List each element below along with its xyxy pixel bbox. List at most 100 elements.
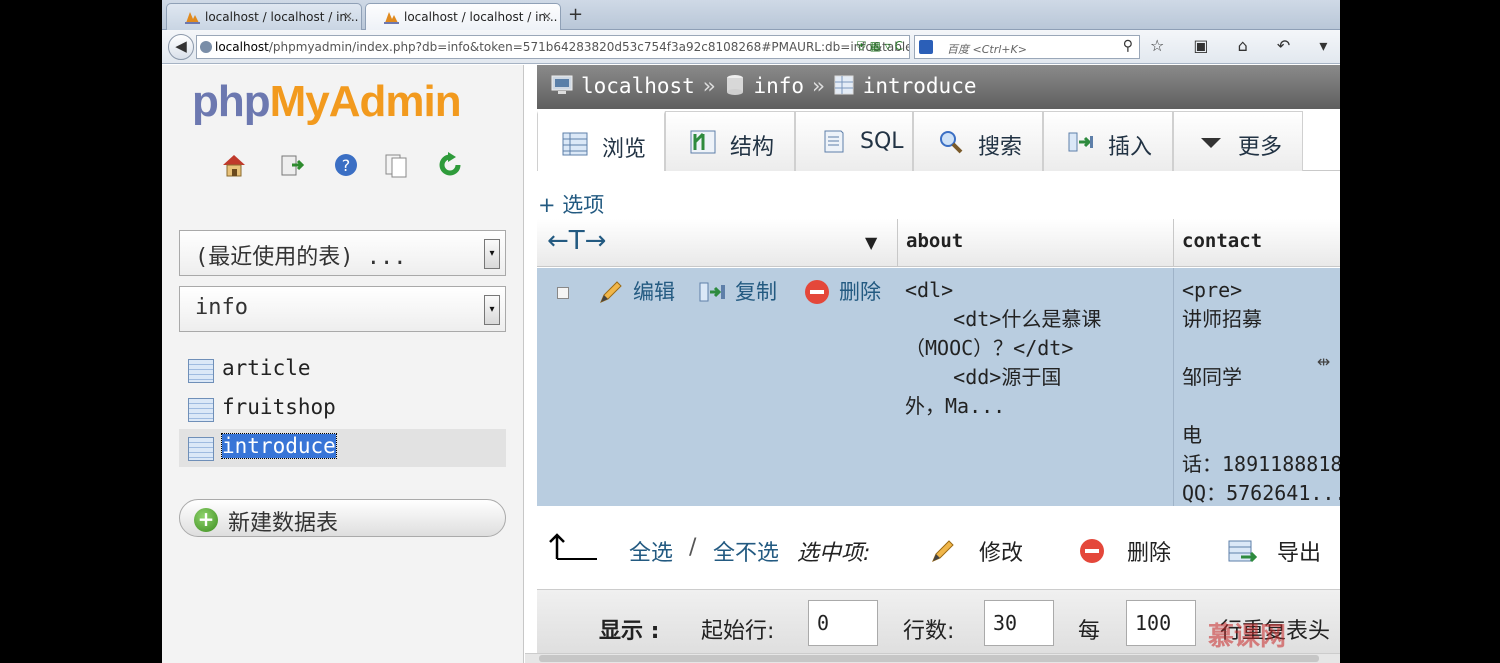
rows-input[interactable] <box>984 600 1054 646</box>
tab-browse[interactable]: 浏览 <box>537 111 665 171</box>
tab-more[interactable]: 更多 <box>1173 111 1303 171</box>
quick-icons: ? <box>220 151 461 181</box>
bulk-modify-label: 修改 <box>979 541 1024 566</box>
options-toggle[interactable]: + 选项 <box>538 189 604 219</box>
tab-label: 浏览 <box>602 137 647 162</box>
tab-search[interactable]: 搜索 <box>913 111 1043 171</box>
bulk-export-label: 导出 <box>1277 541 1322 566</box>
repeat-every-input[interactable] <box>1126 600 1196 646</box>
tab-label: 更多 <box>1238 135 1283 160</box>
bulk-delete-button[interactable]: 删除 <box>1077 535 1171 567</box>
delete-icon <box>1080 539 1104 563</box>
scrollbar-thumb[interactable] <box>539 655 1319 662</box>
help-icon[interactable]: ? <box>332 151 360 179</box>
pma-favicon-icon <box>384 12 399 24</box>
table-tabs: 浏览 结构 SQL 搜索 插入 更多 <box>537 111 1340 171</box>
column-header-about[interactable]: about <box>897 219 1173 267</box>
arrow-up-left-icon <box>549 533 597 560</box>
documentation-icon[interactable] <box>382 151 410 179</box>
horizontal-scrollbar[interactable] <box>525 653 1340 663</box>
browse-icon <box>562 132 588 156</box>
browser-toolbar-icons[interactable]: ☆ ▣ ⌂ ↶ ▾ ⬇ ✎ <box>1150 36 1340 55</box>
table-row: 编辑 复制 删除 <dl> <dt>什么是慕课 （MOOC）？</dt> <dd… <box>537 268 1340 506</box>
chevron-down-icon[interactable]: ▾ <box>484 239 500 269</box>
bulk-modify-button[interactable]: 修改 <box>929 535 1023 567</box>
search-icon <box>940 131 963 154</box>
globe-icon <box>200 41 212 53</box>
every-label: 每 <box>1078 619 1101 644</box>
bulk-export-button[interactable]: 导出 <box>1227 535 1321 567</box>
delete-row-link[interactable]: 删除 <box>803 276 881 306</box>
breadcrumb-table[interactable]: introduce <box>863 74 977 98</box>
pma-favicon-icon <box>185 12 200 24</box>
sidebar-item-fruitshop[interactable]: fruitshop <box>179 390 506 428</box>
browser-tab-1[interactable]: localhost / localhost / in... × <box>166 3 362 30</box>
structure-icon <box>690 130 716 154</box>
new-table-button[interactable]: + 新建数据表 <box>179 499 506 537</box>
start-row-input[interactable] <box>808 600 878 646</box>
sidebar-item-introduce[interactable]: introduce <box>179 429 506 467</box>
url-status-icons[interactable]: ⛨ ▦ ▿ C <box>857 39 903 54</box>
insert-icon <box>1068 132 1093 152</box>
edit-label: 编辑 <box>633 280 675 304</box>
home-icon[interactable] <box>220 151 248 179</box>
browser-tab-2[interactable]: localhost / localhost / in... × <box>365 3 561 30</box>
breadcrumb-server[interactable]: localhost <box>581 74 695 98</box>
tab-label: 搜索 <box>978 135 1023 160</box>
table-icon <box>188 359 214 383</box>
main-panel: localhost » info » introduce 浏览 结构 SQL 搜索 插入 <box>525 65 1340 663</box>
tab-insert[interactable]: 插入 <box>1043 111 1173 171</box>
tab-structure[interactable]: 结构 <box>665 111 795 171</box>
browser-nav-bar: ◀ localhost/phpmyadmin/index.php?db=info… <box>162 30 1340 64</box>
delete-icon <box>805 280 829 304</box>
sidebar-item-article[interactable]: article <box>179 351 506 389</box>
column-sort-arrows-icon[interactable]: ←T→ <box>547 226 606 256</box>
logo-admin: Admin <box>328 77 462 126</box>
table-header: ←T→ ▼ about contact <box>537 219 1340 267</box>
back-button[interactable]: ◀ <box>168 34 194 60</box>
search-engine-icon[interactable] <box>919 40 933 54</box>
browser-tab-label: localhost / localhost / in... <box>404 10 558 24</box>
tab-close-icon[interactable]: × <box>542 9 552 23</box>
sql-icon <box>824 130 844 153</box>
watermark-logo: 慕课网 <box>1208 622 1287 652</box>
select-all-link[interactable]: 全选 <box>629 535 673 567</box>
database-icon <box>727 75 744 95</box>
chevron-down-icon[interactable]: ▾ <box>484 295 500 325</box>
sidebar-item-label: fruitshop <box>222 395 336 419</box>
row-checkbox[interactable] <box>557 287 569 299</box>
browser-tab-bar: localhost / localhost / in... × localhos… <box>162 0 1340 30</box>
search-placeholder: 百度 <Ctrl+K> <box>947 43 1027 56</box>
new-table-label: 新建数据表 <box>228 511 339 536</box>
address-bar[interactable]: localhost/phpmyadmin/index.php?db=info&t… <box>196 35 910 59</box>
copy-row-link[interactable]: 复制 <box>699 276 777 306</box>
recent-tables-select[interactable]: (最近使用的表) ... ▾ <box>179 230 506 276</box>
database-select-value: info <box>195 295 248 320</box>
phpmyadmin-logo[interactable]: phpMyAdmin <box>192 77 462 127</box>
table-icon <box>834 75 854 95</box>
breadcrumb-database[interactable]: info <box>753 74 804 98</box>
column-options-dropdown[interactable]: ▼ <box>865 233 877 252</box>
logo-php: php <box>192 77 271 126</box>
edit-row-link[interactable]: 编辑 <box>597 276 675 306</box>
new-tab-button[interactable]: + <box>568 4 583 25</box>
cell-about[interactable]: <dl> <dt>什么是慕课 （MOOC）？</dt> <dd>源于国 外，Ma… <box>897 268 1173 506</box>
sidebar-item-label: article <box>222 356 311 380</box>
screen: localhost / localhost / in... × localhos… <box>162 0 1340 663</box>
copy-label: 复制 <box>735 280 777 304</box>
cell-contact[interactable]: <pre> 讲师招募 邹同学 电 话：18911888188 QQ：576264… <box>1173 268 1340 506</box>
column-resize-handle-icon[interactable]: ⇹ <box>1317 352 1330 371</box>
chevron-down-icon <box>1201 138 1221 148</box>
tab-sql[interactable]: SQL <box>795 111 913 171</box>
tab-label: 插入 <box>1108 135 1153 160</box>
search-input[interactable]: 百度 <Ctrl+K> ⚲ <box>914 35 1140 59</box>
search-icon[interactable]: ⚲ <box>1123 38 1133 54</box>
start-row-label: 起始行: <box>701 619 775 644</box>
column-header-contact[interactable]: contact <box>1173 219 1340 267</box>
database-select[interactable]: info ▾ <box>179 286 506 332</box>
tab-close-icon[interactable]: × <box>343 9 353 23</box>
logout-icon[interactable] <box>278 151 306 179</box>
select-none-link[interactable]: 全不选 <box>713 535 779 567</box>
logo-my: My <box>269 77 330 126</box>
reload-icon[interactable] <box>436 151 464 179</box>
